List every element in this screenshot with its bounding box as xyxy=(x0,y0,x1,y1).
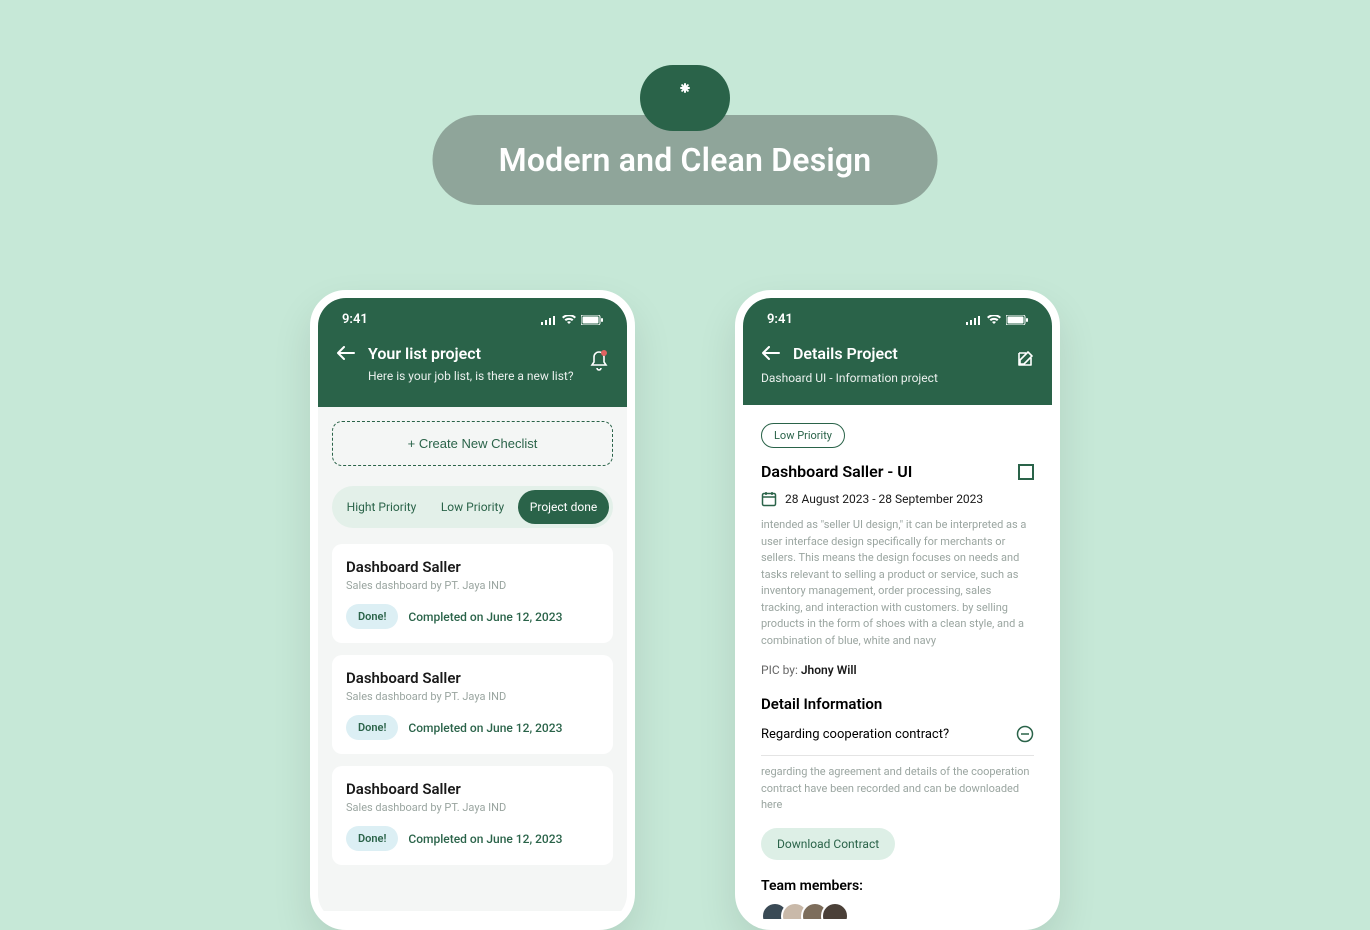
battery-icon xyxy=(1006,315,1028,325)
signal-icon xyxy=(541,315,557,325)
card-subtitle: Sales dashboard by PT. Jaya IND xyxy=(346,579,599,592)
phone2-header: 9:41 Details Project Dashoard UI - Infor… xyxy=(743,298,1052,405)
accordion-item[interactable]: Regarding cooperation contract? xyxy=(761,713,1034,756)
tab-high-priority[interactable]: Hight Priority xyxy=(336,490,427,524)
statusbar: 9:41 xyxy=(761,312,1034,327)
phone-list: 9:41 Your list project Here is your job … xyxy=(310,290,635,930)
status-icons xyxy=(541,315,603,325)
avatar[interactable] xyxy=(821,902,849,920)
card-title: Dashboard Saller xyxy=(346,669,599,687)
completed-date: Completed on June 12, 2023 xyxy=(408,610,562,624)
card-title: Dashboard Saller xyxy=(346,558,599,576)
card-title: Dashboard Saller xyxy=(346,780,599,798)
phone1-header: 9:41 Your list project Here is your job … xyxy=(318,298,627,407)
status-time: 9:41 xyxy=(342,312,368,327)
project-description: intended as "seller UI design," it can b… xyxy=(761,517,1034,649)
page-title: Your list project xyxy=(368,344,481,363)
notification-button[interactable] xyxy=(589,350,609,372)
loading-badge xyxy=(640,65,730,131)
wifi-icon xyxy=(562,315,576,325)
completed-date: Completed on June 12, 2023 xyxy=(408,721,562,735)
phone-details: 9:41 Details Project Dashoard UI - Infor… xyxy=(735,290,1060,930)
hero-title: Modern and Clean Design xyxy=(499,141,872,179)
back-button[interactable] xyxy=(336,343,356,363)
complete-checkbox[interactable] xyxy=(1018,464,1034,480)
priority-badge: Low Priority xyxy=(761,423,845,448)
calendar-icon xyxy=(761,491,777,507)
page-subtitle: Dashoard UI - Information project xyxy=(761,371,1034,385)
accordion-title: Regarding cooperation contract? xyxy=(761,727,949,742)
tab-project-done[interactable]: Project done xyxy=(518,490,609,524)
card-subtitle: Sales dashboard by PT. Jaya IND xyxy=(346,690,599,703)
pic-name: Jhony Will xyxy=(801,663,857,677)
back-button[interactable] xyxy=(761,343,781,363)
card-subtitle: Sales dashboard by PT. Jaya IND xyxy=(346,801,599,814)
completed-date: Completed on June 12, 2023 xyxy=(408,832,562,846)
download-contract-button[interactable]: Download Contract xyxy=(761,828,895,860)
date-range: 28 August 2023 - 28 September 2023 xyxy=(785,492,983,506)
collapse-icon xyxy=(1016,725,1034,743)
team-members-heading: Team members: xyxy=(761,878,1034,894)
status-time: 9:41 xyxy=(767,312,793,327)
status-badge-done: Done! xyxy=(346,715,398,740)
status-badge-done: Done! xyxy=(346,826,398,851)
date-range-row: 28 August 2023 - 28 September 2023 xyxy=(761,491,1034,507)
spinner-icon xyxy=(670,83,700,113)
battery-icon xyxy=(581,315,603,325)
page-title: Details Project xyxy=(793,344,898,363)
status-icons xyxy=(966,315,1028,325)
wifi-icon xyxy=(987,315,1001,325)
project-card[interactable]: Dashboard Saller Sales dashboard by PT. … xyxy=(332,766,613,865)
project-card[interactable]: Dashboard Saller Sales dashboard by PT. … xyxy=(332,655,613,754)
detail-info-heading: Detail Information xyxy=(761,695,1034,713)
tab-low-priority[interactable]: Low Priority xyxy=(427,490,518,524)
project-title: Dashboard Saller - UI xyxy=(761,462,912,481)
signal-icon xyxy=(966,315,982,325)
create-checklist-button[interactable]: + Create New Checlist xyxy=(332,421,613,466)
status-badge-done: Done! xyxy=(346,604,398,629)
edit-button[interactable] xyxy=(1016,350,1034,368)
page-subtitle: Here is your job list, is there a new li… xyxy=(368,369,609,383)
pic-label: PIC by: xyxy=(761,663,798,677)
project-card[interactable]: Dashboard Saller Sales dashboard by PT. … xyxy=(332,544,613,643)
accordion-content: regarding the agreement and details of t… xyxy=(761,764,1034,814)
team-avatars xyxy=(761,902,1034,920)
pic-row: PIC by: Jhony Will xyxy=(761,663,1034,677)
statusbar: 9:41 xyxy=(336,312,609,327)
filter-tabs: Hight Priority Low Priority Project done xyxy=(332,486,613,528)
